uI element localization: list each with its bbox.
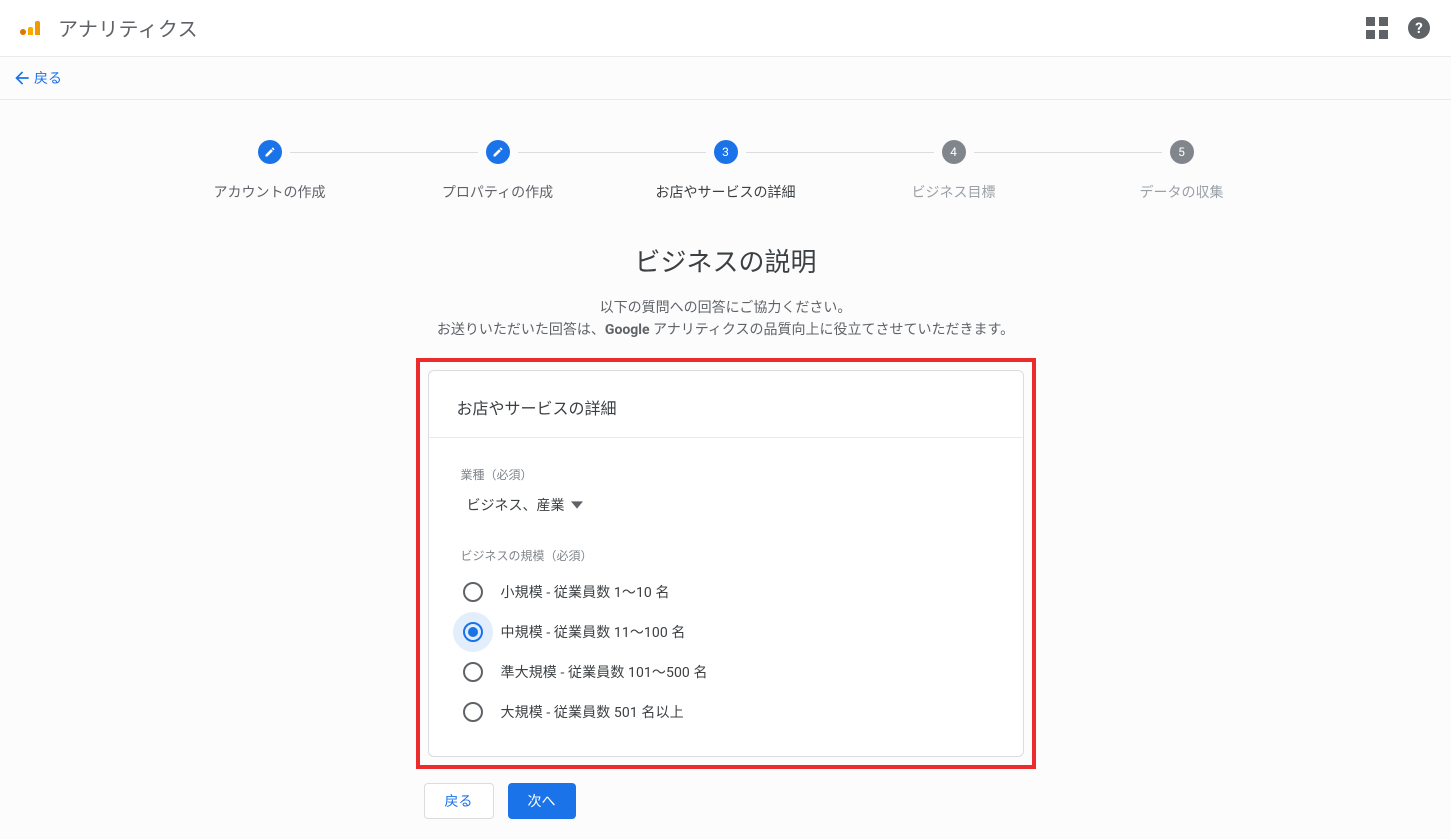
step-label: ビジネス目標 xyxy=(912,182,996,202)
step-label: お店やサービスの詳細 xyxy=(656,182,796,202)
stepper-step-2[interactable]: プロパティの作成 xyxy=(384,140,612,202)
stepper-step-3: 3 お店やサービスの詳細 xyxy=(612,140,840,202)
stepper-step-1[interactable]: アカウントの作成 xyxy=(156,140,384,202)
setup-stepper: アカウントの作成 プロパティの作成 3 お店やサービスの詳細 4 ビジネス目標 5 データの収… xyxy=(126,100,1326,222)
business-details-card: お店やサービスの詳細 業種（必須） ビジネス、産業 ビジネスの規模（必須） 小規… xyxy=(428,370,1024,757)
radio-icon xyxy=(463,662,483,682)
highlight-box: お店やサービスの詳細 業種（必須） ビジネス、産業 ビジネスの規模（必須） 小規… xyxy=(416,358,1036,769)
radio-icon xyxy=(463,702,483,722)
arrow-left-icon xyxy=(12,68,32,88)
radio-label: 大規模 - 従業員数 501 名以上 xyxy=(501,702,684,722)
back-button[interactable]: 戻る xyxy=(424,783,494,819)
step-number: 5 xyxy=(1170,140,1194,164)
step-label: プロパティの作成 xyxy=(442,182,553,202)
pencil-icon xyxy=(486,140,510,164)
size-radio-group: 小規模 - 従業員数 1〜10 名中規模 - 従業員数 11〜100 名準大規模… xyxy=(463,572,995,732)
size-radio-option-1[interactable]: 小規模 - 従業員数 1〜10 名 xyxy=(463,572,995,612)
caret-down-icon xyxy=(571,499,583,511)
industry-label: 業種（必須） xyxy=(461,466,995,483)
radio-label: 小規模 - 従業員数 1〜10 名 xyxy=(501,582,670,602)
help-icon[interactable]: ? xyxy=(1407,16,1431,40)
size-label: ビジネスの規模（必須） xyxy=(461,547,995,564)
wizard-footer: 戻る 次へ xyxy=(416,783,1036,819)
back-link[interactable]: 戻る xyxy=(12,68,62,88)
pencil-icon xyxy=(258,140,282,164)
analytics-logo-icon xyxy=(20,21,40,35)
step-label: データの収集 xyxy=(1140,182,1224,202)
size-radio-option-2[interactable]: 中規模 - 従業員数 11〜100 名 xyxy=(463,612,995,652)
back-link-label: 戻る xyxy=(34,68,62,88)
back-strip: 戻る xyxy=(0,56,1451,100)
step-label: アカウントの作成 xyxy=(214,182,326,202)
radio-icon xyxy=(463,582,483,602)
radio-label: 準大規模 - 従業員数 101〜500 名 xyxy=(501,662,708,682)
radio-label: 中規模 - 従業員数 11〜100 名 xyxy=(501,622,686,642)
industry-dropdown-value: ビジネス、産業 xyxy=(467,495,565,515)
next-button[interactable]: 次へ xyxy=(508,783,576,819)
step-number: 3 xyxy=(714,140,738,164)
size-radio-option-3[interactable]: 準大規模 - 従業員数 101〜500 名 xyxy=(463,652,995,692)
stepper-step-4: 4 ビジネス目標 xyxy=(840,140,1068,202)
step-number: 4 xyxy=(942,140,966,164)
page-subtext: 以下の質問への回答にご協力ください。 お送りいただいた回答は、Google アナ… xyxy=(0,297,1451,342)
card-title: お店やサービスの詳細 xyxy=(429,371,1023,438)
size-radio-option-4[interactable]: 大規模 - 従業員数 501 名以上 xyxy=(463,692,995,732)
stepper-step-5: 5 データの収集 xyxy=(1068,140,1296,202)
top-app-bar: アナリティクス ? xyxy=(0,0,1451,56)
page-heading: ビジネスの説明 xyxy=(0,242,1451,279)
apps-menu-icon[interactable] xyxy=(1365,16,1389,40)
industry-dropdown[interactable]: ビジネス、産業 xyxy=(461,491,589,519)
app-title: アナリティクス xyxy=(58,13,198,42)
heading-block: ビジネスの説明 以下の質問への回答にご協力ください。 お送りいただいた回答は、G… xyxy=(0,242,1451,342)
